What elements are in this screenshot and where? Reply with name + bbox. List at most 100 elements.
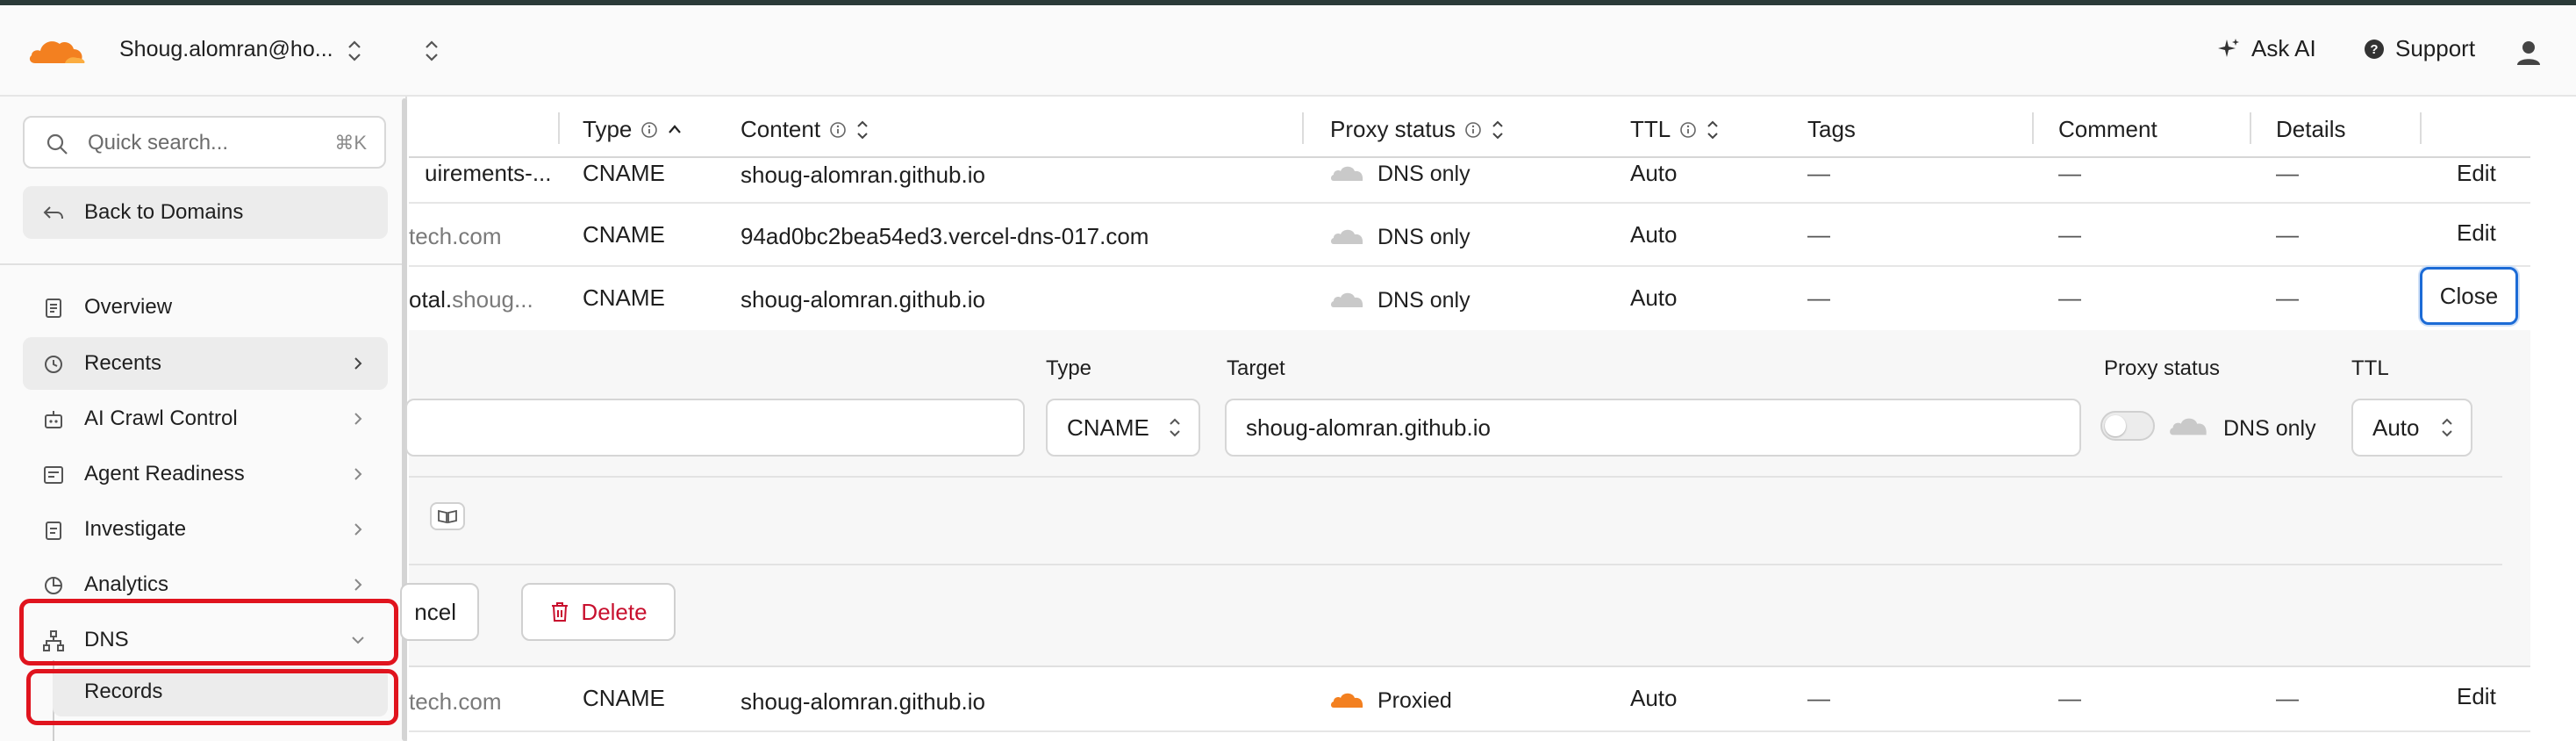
- proxy-toggle[interactable]: [2100, 411, 2155, 441]
- record-ttl: Auto: [1630, 221, 1678, 248]
- account-switcher[interactable]: Shoug.alomran@ho...: [119, 37, 333, 62]
- sort-icon[interactable]: [855, 119, 869, 141]
- cancel-button[interactable]: ncel: [400, 583, 479, 641]
- sidebar-item-label: Overview: [84, 295, 173, 319]
- proxy-status: DNS only: [1377, 162, 1470, 186]
- sort-ascending-icon[interactable]: [667, 122, 683, 138]
- header-ttl-label: TTL: [1630, 116, 1671, 142]
- ttl-select[interactable]: Auto: [2351, 399, 2472, 457]
- edit-button[interactable]: Edit: [2457, 683, 2496, 710]
- robot-icon: [45, 411, 62, 428]
- support-label: Support: [2395, 35, 2476, 61]
- info-icon[interactable]: [829, 121, 847, 139]
- ttl-label: TTL: [2351, 356, 2389, 380]
- header-proxy-status[interactable]: Proxy status: [1330, 116, 1505, 143]
- chevron-updown-icon[interactable]: [346, 35, 363, 67]
- user-icon[interactable]: [2515, 39, 2543, 67]
- cloud-gray-icon: [2170, 418, 2207, 435]
- target-field[interactable]: [1225, 399, 2081, 457]
- panel-separator: [409, 564, 2502, 565]
- sidebar-item-ai-crawl-control[interactable]: AI Crawl Control: [23, 392, 388, 445]
- header-details: Details: [2276, 116, 2345, 143]
- header-tags-label: Tags: [1807, 116, 1856, 142]
- record-comment: —: [2058, 284, 2081, 311]
- search-input[interactable]: [88, 128, 316, 158]
- record-name: tech.com: [409, 688, 502, 715]
- close-button[interactable]: Close: [2420, 267, 2518, 325]
- search-shortcut: ⌘K: [334, 132, 367, 154]
- header-content-label: Content: [741, 116, 821, 142]
- help-circle-icon: ?: [2365, 39, 2384, 59]
- sidebar-item-recents[interactable]: Recents: [23, 337, 388, 390]
- zone-switcher-chevron-icon[interactable]: [423, 35, 440, 67]
- record-details: —: [2276, 160, 2299, 186]
- support-button[interactable]: ? Support: [2364, 35, 2475, 62]
- table-row-expanded[interactable]: otal.shoug... CNAME shoug-alomran.github…: [409, 267, 2530, 330]
- sidebar-item-overview[interactable]: Overview: [23, 281, 388, 334]
- record-content: shoug-alomran.github.io: [741, 286, 985, 313]
- column-separator: [1302, 112, 1304, 144]
- type-select[interactable]: CNAME: [1046, 399, 1200, 457]
- name-input[interactable]: [407, 400, 1023, 455]
- records-highlight-box: [26, 669, 398, 725]
- edit-button[interactable]: Edit: [2457, 160, 2496, 187]
- sidebar-item-agent-readiness[interactable]: Agent Readiness: [23, 448, 388, 500]
- undo-arrow-icon: [43, 206, 63, 219]
- header-proxy-label: Proxy status: [1330, 116, 1456, 142]
- column-separator: [2250, 112, 2251, 144]
- record-name: otal.shoug...: [409, 286, 558, 313]
- sort-icon[interactable]: [1491, 119, 1505, 141]
- ask-ai-button[interactable]: Ask AI: [2216, 35, 2316, 62]
- target-input[interactable]: [1227, 400, 2079, 455]
- table-row[interactable]: tech.com CNAME shoug-alomran.github.io P…: [409, 669, 2530, 732]
- record-comment: —: [2058, 160, 2081, 186]
- table-row[interactable]: tech.com CNAME 94ad0bc2bea54ed3.vercel-d…: [409, 204, 2530, 267]
- record-tags: —: [1807, 685, 1830, 711]
- column-separator: [2032, 112, 2034, 144]
- type-label: Type: [1046, 356, 1092, 380]
- pie-chart-icon: [45, 577, 62, 594]
- record-details: —: [2276, 284, 2299, 311]
- docs-button[interactable]: [430, 502, 465, 530]
- panel-separator: [409, 476, 2502, 478]
- document-icon: [46, 299, 61, 318]
- sort-icon[interactable]: [1706, 119, 1720, 141]
- record-name: uirements-...: [425, 160, 552, 186]
- header-type[interactable]: Type: [583, 116, 683, 143]
- column-separator: [2420, 112, 2422, 144]
- proxy-status-value: DNS only: [2223, 416, 2316, 441]
- ttl-select-value: Auto: [2372, 414, 2420, 441]
- record-name-domain: shoug...: [452, 286, 533, 313]
- sidebar-item-investigate[interactable]: Investigate: [23, 503, 388, 556]
- name-field[interactable]: [405, 399, 1025, 457]
- type-select-value: CNAME: [1067, 414, 1149, 441]
- record-details: —: [2276, 221, 2299, 248]
- header-content[interactable]: Content: [741, 116, 869, 143]
- cloudflare-logo-icon[interactable]: [26, 32, 88, 70]
- info-icon[interactable]: [640, 121, 658, 139]
- quick-search[interactable]: ⌘K: [23, 116, 386, 169]
- header-ttl[interactable]: TTL: [1630, 116, 1720, 143]
- table-row[interactable]: uirements-... CNAME shoug-alomran.github…: [409, 160, 2530, 204]
- info-icon[interactable]: [1464, 121, 1482, 139]
- edit-button[interactable]: Edit: [2457, 219, 2496, 247]
- chevron-updown-icon: [2442, 418, 2452, 437]
- record-ttl: Auto: [1630, 685, 1678, 711]
- column-separator: [558, 112, 560, 144]
- header-comment: Comment: [2058, 116, 2157, 143]
- delete-button[interactable]: Delete: [521, 583, 676, 641]
- back-to-domains[interactable]: Back to Domains: [23, 186, 388, 239]
- sidebar-divider: [0, 263, 404, 265]
- cloud-gray-icon: [1331, 229, 1363, 244]
- sidebar-item-label: Investigate: [84, 517, 187, 541]
- record-edit-panel: Type CNAME Target Proxy status DNS only …: [400, 330, 2530, 667]
- chevron-right-icon: [354, 579, 362, 591]
- sparkle-icon: [2218, 38, 2239, 57]
- header-type-label: Type: [583, 116, 633, 142]
- delete-label: Delete: [581, 598, 648, 625]
- record-type: CNAME: [583, 160, 665, 186]
- info-icon[interactable]: [1679, 121, 1697, 139]
- record-name-part: otal.: [409, 286, 453, 313]
- chevron-right-icon: [354, 468, 362, 480]
- record-ttl: Auto: [1630, 284, 1678, 311]
